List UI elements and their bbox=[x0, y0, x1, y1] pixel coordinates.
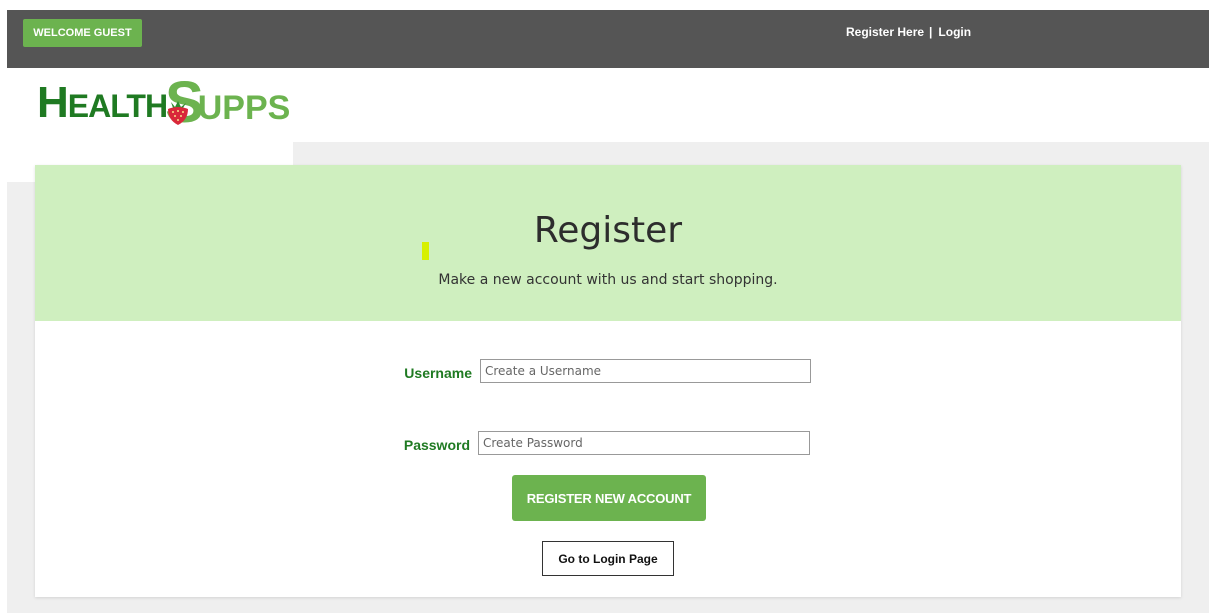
top-links: Register Here | Login bbox=[846, 25, 971, 39]
strawberry-icon bbox=[168, 101, 188, 125]
username-input[interactable] bbox=[480, 359, 811, 383]
page-title: Register bbox=[533, 210, 683, 251]
register-here-link[interactable]: Register Here bbox=[846, 25, 924, 39]
register-header: Register Make a new account with us and … bbox=[35, 165, 1181, 321]
text-cursor-marker bbox=[422, 242, 429, 260]
top-bar: WELCOME GUEST Register Here | Login bbox=[7, 10, 1209, 68]
login-link[interactable]: Login bbox=[938, 25, 971, 39]
register-new-account-button[interactable]: REGISTER NEW ACCOUNT bbox=[512, 475, 706, 521]
link-separator: | bbox=[929, 25, 933, 39]
logo-supps-text: UPPS bbox=[197, 89, 291, 127]
welcome-badge: WELCOME GUEST bbox=[23, 19, 142, 47]
logo-health-text: HEALTH bbox=[37, 78, 168, 127]
page-subtitle: Make a new account with us and start sho… bbox=[438, 272, 778, 288]
go-to-login-button[interactable]: Go to Login Page bbox=[542, 541, 674, 576]
password-label: Password bbox=[403, 437, 470, 453]
register-card: Register Make a new account with us and … bbox=[35, 165, 1181, 597]
password-input[interactable] bbox=[478, 431, 810, 455]
username-label: Username bbox=[404, 365, 472, 381]
healthsupps-logo[interactable]: HEALTH S UPPS bbox=[37, 74, 297, 132]
